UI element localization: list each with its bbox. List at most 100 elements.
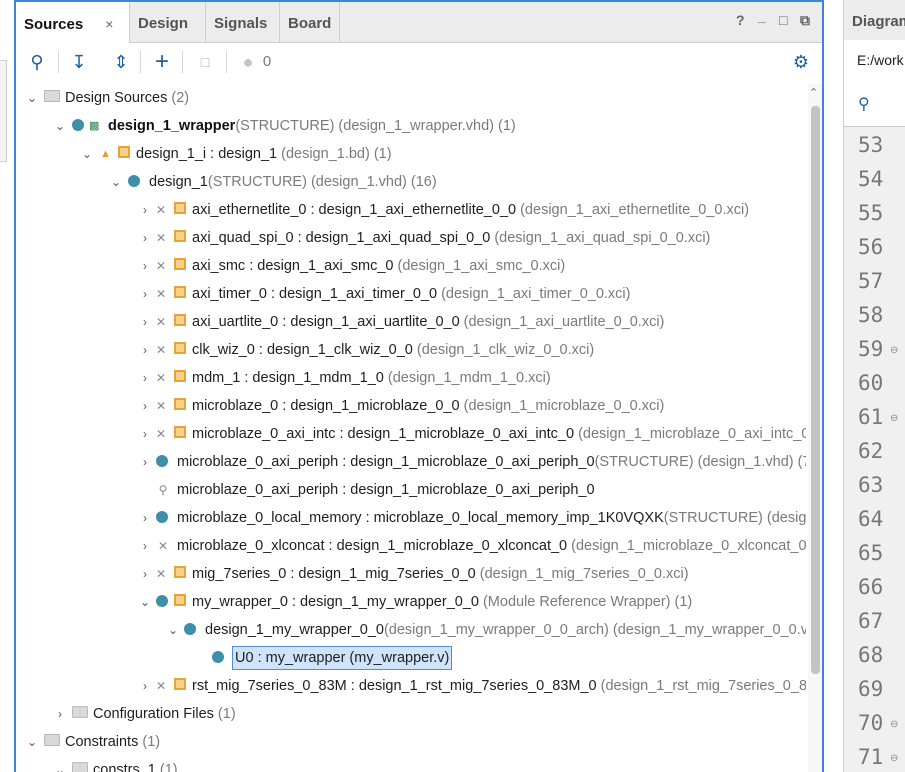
fold-icon[interactable]: ⊖ (890, 345, 898, 356)
tree-label: design_1 (149, 174, 208, 190)
sources-panel: Sources × Design Signals Board ? _ □ ⧉ ⚲ … (14, 0, 824, 772)
chevron-right-icon[interactable]: › (138, 364, 152, 392)
tree-detail: (design_1_axi_timer_0_0.xci) (437, 286, 631, 302)
tree-detail: (design_1_rst_mig_7series_0_83M_ (600, 678, 806, 694)
line-number: 68 (858, 643, 884, 667)
chevron-down-icon[interactable]: ⌄ (25, 728, 39, 756)
chevron-down-icon[interactable]: ⌄ (80, 140, 94, 168)
tab-design[interactable]: Design (130, 2, 206, 42)
line-number: 64 (858, 507, 884, 531)
folder-icon (44, 84, 60, 112)
tree-arch: (STRUCTURE) (663, 510, 763, 526)
chevron-right-icon[interactable]: › (138, 336, 152, 364)
tab-signals[interactable]: Signals (206, 2, 280, 42)
tree-arch: (STRUCTURE) (235, 118, 335, 134)
ip-square-icon (118, 140, 130, 168)
tree-count: (1) (138, 734, 161, 750)
ip-square-icon (174, 364, 186, 392)
tree-detail: (design_1_microblaze_0_0.xci) (459, 398, 665, 414)
fold-icon[interactable]: ⊖ (890, 719, 898, 730)
tree-label: rst_mig_7series_0_83M : design_1_rst_mig… (192, 678, 597, 694)
chevron-down-icon[interactable]: ⌄ (166, 616, 180, 644)
ip-square-icon (174, 672, 186, 700)
maximize-icon[interactable]: □ (779, 12, 787, 28)
scroll-up-icon[interactable]: ⌃ (809, 86, 818, 99)
search-icon[interactable]: ⚲ (26, 51, 48, 73)
tree-detail: (design_1_clk_wiz_0_0.xci) (412, 342, 595, 358)
line-number: 63 (858, 473, 884, 497)
gear-icon[interactable]: ⚙ (790, 51, 812, 73)
toolbar-divider (58, 51, 59, 73)
tree-label: axi_quad_spi_0 : design_1_axi_quad_spi_0… (192, 230, 491, 246)
plug-icon: ✕ (155, 371, 167, 385)
chevron-right-icon[interactable]: › (138, 504, 152, 532)
tree-label: axi_ethernetlite_0 : design_1_axi_ethern… (192, 202, 517, 218)
tree-label: clk_wiz_0 : design_1_clk_wiz_0_0 (192, 342, 413, 358)
line-number: 54 (858, 167, 884, 191)
tree-detail: (design_1_axi_uartlite_0_0.xci) (459, 314, 665, 330)
toolbar-divider (140, 51, 141, 73)
chevron-right-icon[interactable]: › (138, 392, 152, 420)
help-icon[interactable]: ? (736, 12, 745, 28)
block-design-icon: ▲ (100, 148, 111, 160)
chevron-down-icon[interactable]: ⌄ (53, 112, 67, 140)
tree-detail: (design_1.vhd) (16) (306, 174, 437, 190)
tree-detail: (design (766, 510, 806, 526)
hierarchy-icon: ▩ (89, 120, 100, 132)
search-icon[interactable]: ⚲ (858, 94, 870, 114)
tree-label: design_1_i : design_1 (136, 146, 278, 162)
vertical-scrollbar[interactable]: ⌃ (808, 84, 822, 772)
properties-icon[interactable]: □ (194, 51, 216, 73)
status-dot-icon (72, 112, 84, 140)
add-sources-icon[interactable]: + (151, 50, 173, 74)
chevron-down-icon[interactable]: ⌄ (138, 588, 152, 616)
plug-icon: ✕ (155, 427, 167, 441)
fold-icon[interactable]: ⊖ (890, 753, 898, 764)
chevron-right-icon[interactable]: › (138, 532, 152, 560)
key-icon: ⚲ (158, 483, 168, 497)
chevron-right-icon[interactable]: › (138, 252, 152, 280)
chevron-down-icon[interactable]: ⌄ (25, 84, 39, 112)
chevron-right-icon[interactable]: › (138, 420, 152, 448)
plug-icon: ✕ (155, 315, 167, 329)
line-number: 67 (858, 609, 884, 633)
collapsed-panel-handle[interactable] (0, 60, 7, 162)
line-number: 56 (858, 235, 884, 259)
chevron-right-icon[interactable]: › (138, 280, 152, 308)
collapse-all-icon[interactable]: ↧ (68, 51, 90, 73)
ip-square-icon (174, 280, 186, 308)
line-number: 65 (858, 541, 884, 565)
tab-bar: Sources × Design Signals Board ? _ □ ⧉ (16, 2, 822, 43)
chevron-right-icon[interactable]: › (138, 224, 152, 252)
float-window-icon[interactable]: ⧉ (800, 12, 810, 29)
tree-label: microblaze_0 : design_1_microblaze_0_0 (192, 398, 460, 414)
chevron-right-icon[interactable]: › (138, 448, 152, 476)
tree-detail: (design_1_my_wrapper_0_0_arch) (design_1… (383, 622, 806, 638)
chevron-right-icon[interactable]: › (138, 560, 152, 588)
line-number: 53 (858, 133, 884, 157)
sources-toolbar: ⚲ ↧ ⇕ + □ ● 0 ⚙ (16, 43, 822, 81)
chevron-down-icon[interactable]: ⌄ (53, 756, 67, 772)
chevron-right-icon[interactable]: › (138, 308, 152, 336)
tab-sources[interactable]: Sources × (16, 2, 130, 43)
ip-square-icon (174, 588, 186, 616)
chevron-right-icon[interactable]: › (53, 700, 67, 728)
tree-label: axi_uartlite_0 : design_1_axi_uartlite_0… (192, 314, 460, 330)
chevron-right-icon[interactable]: › (138, 672, 152, 700)
tree-count: (2) (171, 90, 190, 106)
expand-all-icon[interactable]: ⇕ (110, 51, 132, 73)
chevron-down-icon[interactable]: ⌄ (109, 168, 123, 196)
fold-icon[interactable]: ⊖ (890, 413, 898, 424)
file-path: E:/work (857, 52, 904, 68)
chevron-right-icon[interactable]: › (138, 196, 152, 224)
ip-square-icon (174, 308, 186, 336)
tree-label: my_wrapper_0 : design_1_my_wrapper_0_0 (192, 594, 479, 610)
tab-diagram[interactable]: Diagram (844, 0, 905, 40)
scrollbar-thumb[interactable] (811, 106, 820, 674)
close-icon[interactable]: × (105, 16, 113, 32)
tree-detail: (design_1_mdm_1_0.xci) (383, 370, 551, 386)
status-dot-icon (156, 448, 168, 476)
minimize-icon[interactable]: _ (758, 8, 766, 24)
tree-label: design_1_wrapper (108, 118, 236, 134)
tab-board[interactable]: Board (280, 2, 340, 42)
